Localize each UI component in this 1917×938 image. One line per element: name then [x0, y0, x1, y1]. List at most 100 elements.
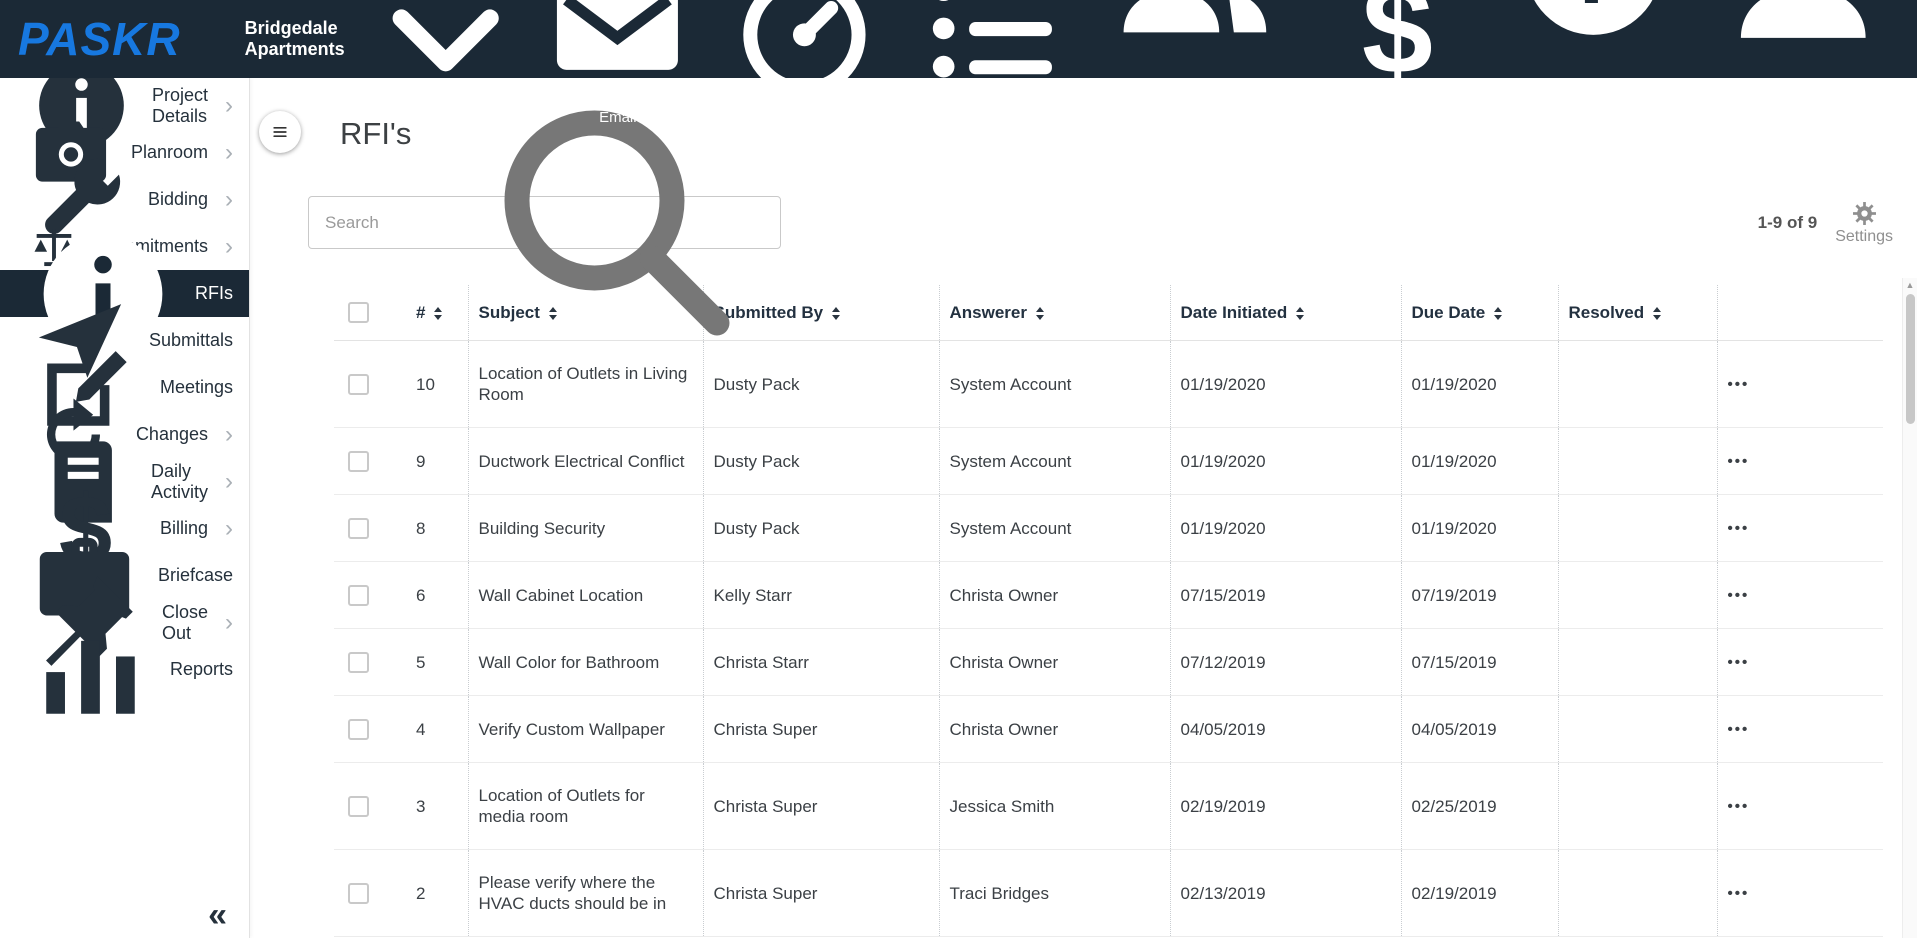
- chevron-right-icon: ›: [225, 514, 233, 542]
- row-actions-button[interactable]: •••: [1728, 654, 1750, 671]
- row-checkbox[interactable]: [348, 585, 369, 607]
- sidebar-item-label: Submittals: [148, 330, 233, 350]
- table-row: 2 Please verify where the HVAC ducts shou…: [334, 849, 1883, 938]
- column-header-resolved[interactable]: Resolved: [1557, 285, 1717, 342]
- topnav-item-label: Help: [1508, 58, 1679, 196]
- pagination-label: 1-9 of 9: [1757, 212, 1818, 232]
- row-actions-button[interactable]: •••: [1728, 885, 1750, 902]
- topnav-item-label: Contacts: [1102, 72, 1287, 196]
- row-select-cell: [334, 762, 406, 851]
- projects-icon: [915, 0, 1068, 104]
- topnav-item-label: Settings: [1712, 70, 1895, 196]
- chevron-right-icon: ›: [225, 467, 233, 495]
- topnav-item-settings[interactable]: Settings: [1698, 0, 1909, 196]
- sort-icon: [1494, 306, 1503, 320]
- chevron-right-icon: ›: [225, 138, 233, 166]
- cell-due-date: 07/15/2019: [1400, 628, 1558, 697]
- sidebar-item-bidding[interactable]: Bidding ›: [0, 158, 249, 234]
- gear-icon: [1851, 200, 1878, 227]
- cell-due-date: 01/19/2020: [1400, 340, 1558, 429]
- cell-answerer: System Account: [938, 427, 1170, 496]
- row-checkbox[interactable]: [348, 883, 369, 905]
- scrollbar-track[interactable]: ▲: [1902, 278, 1917, 938]
- cell-submitted-by: Dusty Pack: [702, 494, 939, 563]
- column-header-number[interactable]: #: [406, 285, 468, 342]
- sidebar-item-label: Close Out: [161, 601, 208, 643]
- chart-icon: [28, 607, 153, 732]
- table-settings-button[interactable]: Settings: [1835, 200, 1893, 246]
- cell-resolved: [1557, 762, 1717, 851]
- column-header-answerer[interactable]: Answerer: [938, 285, 1170, 342]
- row-select-cell: [334, 427, 406, 496]
- topnav-item-dashboard[interactable]: Dashboard: [714, 0, 895, 126]
- cell-num: 10: [406, 340, 468, 429]
- cell-resolved: [1557, 340, 1717, 429]
- column-header-due-date[interactable]: Due Date: [1400, 285, 1558, 342]
- cell-num: 2: [406, 849, 468, 938]
- main-content: RFI's 1-9 of 9 Settings #: [250, 78, 1917, 938]
- chevron-down-icon: [1165, 72, 1287, 196]
- row-checkbox[interactable]: [348, 518, 369, 540]
- cell-due-date: 07/19/2019: [1400, 561, 1558, 630]
- topnav-item-accounting[interactable]: $ Accounting: [1307, 0, 1488, 126]
- row-actions-button[interactable]: •••: [1728, 798, 1750, 815]
- row-checkbox[interactable]: [348, 451, 369, 473]
- column-header-date-initiated[interactable]: Date Initiated: [1169, 285, 1401, 342]
- sort-icon: [1035, 306, 1044, 320]
- cell-date-initiated: 04/05/2019: [1169, 695, 1401, 764]
- topnav-item-email[interactable]: Email: [527, 0, 708, 126]
- row-checkbox[interactable]: [348, 719, 369, 741]
- cell-due-date: 02/25/2019: [1400, 762, 1558, 851]
- row-actions-cell: •••: [1716, 628, 1883, 697]
- cell-due-date: 02/19/2019: [1400, 849, 1558, 938]
- user-icon: [1712, 0, 1895, 65]
- cell-answerer: System Account: [938, 494, 1170, 563]
- row-actions-button[interactable]: •••: [1728, 721, 1750, 738]
- sidebar: Project Details › Planroom › Bidding › Commitm…: [0, 63, 250, 938]
- sort-icon: [1296, 306, 1305, 320]
- top-navigation: Email Dashboard Projects Contacts $ Accountin…: [527, 0, 1917, 196]
- cell-answerer: Jessica Smith: [938, 762, 1170, 851]
- project-selector[interactable]: Bridgedale Apartments: [245, 0, 528, 121]
- topnav-item-help[interactable]: ? Help: [1494, 0, 1693, 196]
- cell-num: 8: [406, 494, 468, 563]
- paskr-logo[interactable]: PASKR: [18, 16, 181, 62]
- table-row: 5 Wall Color for Bathroom Christa Starr Chr…: [334, 628, 1883, 697]
- row-checkbox[interactable]: [348, 652, 369, 674]
- cell-date-initiated: 01/19/2020: [1169, 494, 1401, 563]
- row-checkbox[interactable]: [348, 796, 369, 818]
- cell-resolved: [1557, 427, 1717, 496]
- cell-subject: Please verify where the HVAC ducts shoul…: [467, 849, 703, 938]
- cell-submitted-by: Christa Super: [702, 695, 939, 764]
- chevron-down-icon: [1543, 58, 1679, 196]
- cell-submitted-by: Dusty Pack: [702, 427, 939, 496]
- topnav-item-contacts[interactable]: Contacts: [1088, 0, 1301, 196]
- chevron-right-icon: ›: [225, 420, 233, 448]
- sidebar-item-reports[interactable]: Reports: [0, 640, 249, 714]
- cell-subject: Building Security: [467, 494, 703, 563]
- cell-answerer: Christa Owner: [938, 628, 1170, 697]
- project-selector-label: Bridgedale Apartments: [244, 18, 345, 59]
- row-select-cell: [334, 561, 406, 630]
- help-icon: ?: [1508, 0, 1679, 53]
- toolbar: 1-9 of 9 Settings: [308, 110, 1917, 335]
- cell-date-initiated: 02/19/2019: [1169, 762, 1401, 851]
- cell-resolved: [1557, 628, 1717, 697]
- select-all-checkbox[interactable]: [348, 302, 369, 324]
- svg-text:?: ?: [1565, 0, 1621, 23]
- scrollbar-thumb[interactable]: [1906, 294, 1915, 424]
- row-actions-cell: •••: [1716, 695, 1883, 764]
- table-row: 9 Ductwork Electrical Conflict Dusty Pack S…: [334, 427, 1883, 496]
- chevron-down-icon: [364, 0, 527, 121]
- sidebar-item-label: Meetings: [159, 377, 233, 397]
- topnav-item-label: Projects: [964, 109, 1019, 127]
- row-checkbox[interactable]: [348, 374, 369, 396]
- row-actions-button[interactable]: •••: [1728, 520, 1750, 537]
- topnav-item-projects[interactable]: Projects: [901, 0, 1082, 126]
- chevron-right-icon: ›: [225, 91, 233, 119]
- row-actions-button[interactable]: •••: [1728, 376, 1750, 393]
- row-actions-button[interactable]: •••: [1728, 587, 1750, 604]
- scrollbar-up-arrow[interactable]: ▲: [1903, 280, 1917, 290]
- sidebar-collapse-button[interactable]: «: [208, 898, 227, 932]
- row-actions-button[interactable]: •••: [1728, 453, 1750, 470]
